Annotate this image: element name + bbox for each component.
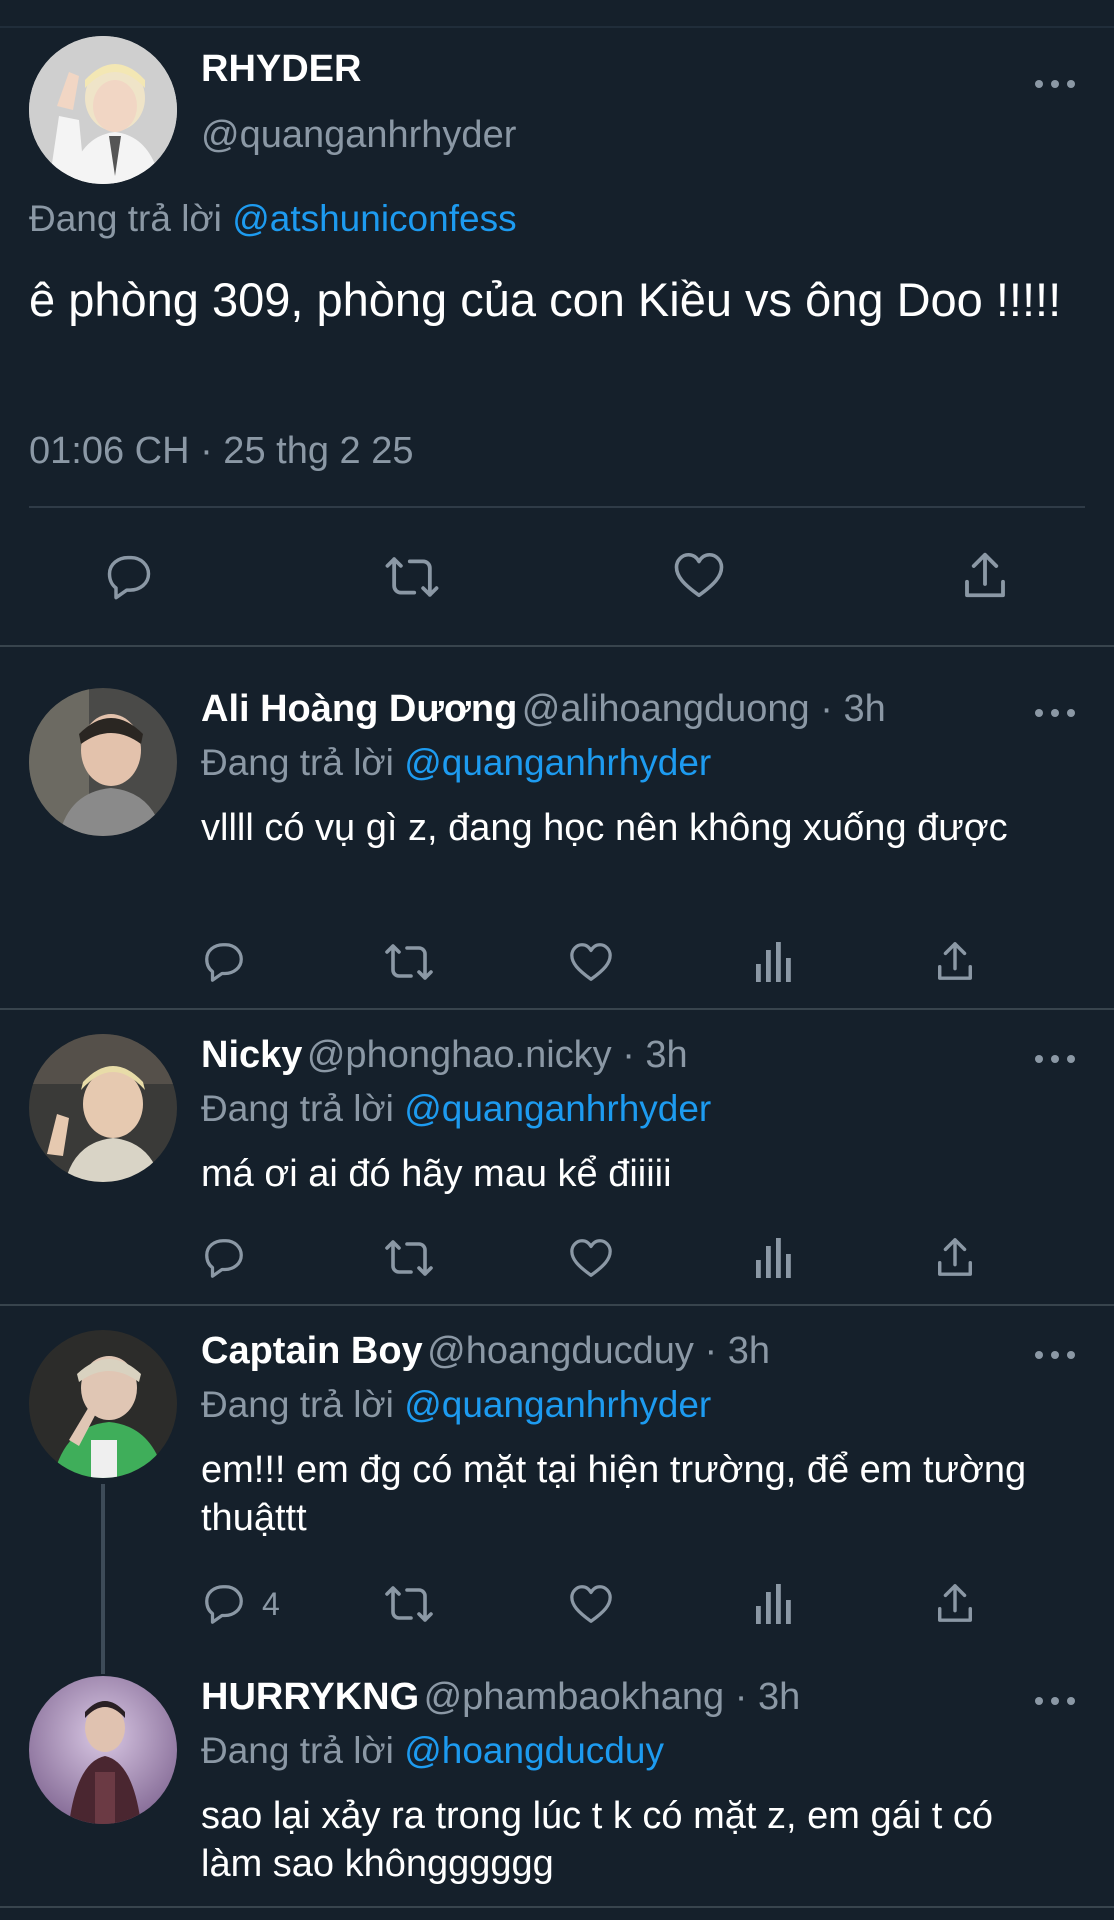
reply-text: má ơi ai đó hãy mau kể điiiii bbox=[201, 1153, 672, 1195]
retweet-icon[interactable] bbox=[383, 1582, 435, 1626]
more-options-icon[interactable] bbox=[1035, 74, 1075, 94]
reply-icon[interactable] bbox=[103, 550, 155, 602]
share-icon[interactable] bbox=[934, 1580, 976, 1626]
reply-author-name[interactable]: Captain Boy bbox=[201, 1330, 423, 1372]
like-icon[interactable] bbox=[568, 1236, 614, 1280]
replying-to-line: Đang trả lời @hoangducduy bbox=[201, 1730, 664, 1772]
thread-connector-line bbox=[101, 1484, 105, 1674]
analytics-icon[interactable] bbox=[754, 1236, 794, 1280]
divider bbox=[29, 506, 1085, 508]
tweet-text: ê phòng 309, phòng của con Kiều vs ông D… bbox=[29, 273, 1062, 326]
more-options-icon[interactable] bbox=[1035, 703, 1075, 723]
replying-prefix: Đang trả lời bbox=[29, 198, 222, 239]
avatar[interactable] bbox=[29, 36, 177, 184]
share-icon[interactable] bbox=[934, 938, 976, 984]
replying-prefix: Đang trả lời bbox=[201, 1088, 394, 1129]
replying-to-link[interactable]: @hoangducduy bbox=[404, 1730, 664, 1771]
divider bbox=[0, 645, 1114, 647]
more-options-icon[interactable] bbox=[1035, 1049, 1075, 1069]
like-icon[interactable] bbox=[672, 550, 726, 600]
replying-prefix: Đang trả lời bbox=[201, 742, 394, 783]
avatar[interactable] bbox=[29, 1034, 177, 1182]
replying-prefix: Đang trả lời bbox=[201, 1384, 394, 1425]
reply-text: em!!! em đg có mặt tại hiện trường, để e… bbox=[201, 1449, 1027, 1539]
top-divider bbox=[0, 26, 1114, 28]
reply-count: 4 bbox=[262, 1586, 280, 1622]
more-options-icon[interactable] bbox=[1035, 1691, 1075, 1711]
avatar[interactable] bbox=[29, 1676, 177, 1824]
tweet-author-handle[interactable]: @quanganhrhyder bbox=[201, 114, 516, 157]
replying-to-line: Đang trả lời @quanganhrhyder bbox=[201, 742, 711, 784]
reply-icon[interactable] bbox=[201, 1234, 247, 1280]
analytics-icon[interactable] bbox=[754, 940, 794, 984]
replying-prefix: Đang trả lời bbox=[201, 1730, 394, 1771]
reply-header: Captain Boy @hoangducduy · 3h bbox=[201, 1330, 770, 1373]
analytics-icon[interactable] bbox=[754, 1582, 794, 1626]
reply-author-handle[interactable]: @alihoangduong · 3h bbox=[522, 688, 886, 730]
tweet-author-name[interactable]: RHYDER bbox=[201, 48, 361, 91]
replying-to-line: Đang trả lời @quanganhrhyder bbox=[201, 1088, 711, 1130]
reply-header: Ali Hoàng Dương @alihoangduong · 3h bbox=[201, 688, 886, 731]
avatar[interactable] bbox=[29, 688, 177, 836]
reply-author-handle[interactable]: @phambaokhang · 3h bbox=[424, 1676, 801, 1718]
like-icon[interactable] bbox=[568, 940, 614, 984]
reply-author-handle[interactable]: @phonghao.nicky · 3h bbox=[307, 1034, 688, 1076]
share-icon[interactable] bbox=[934, 1234, 976, 1280]
divider bbox=[0, 1906, 1114, 1908]
more-options-icon[interactable] bbox=[1035, 1345, 1075, 1365]
reply-author-name[interactable]: Nicky bbox=[201, 1034, 302, 1076]
reply-icon[interactable] bbox=[201, 1580, 247, 1626]
tweet-thread-screen: RHYDER @quanganhrhyder Đang trả lời @ats… bbox=[0, 0, 1114, 1920]
share-icon[interactable] bbox=[960, 548, 1010, 602]
replying-to-link[interactable]: @atshuniconfess bbox=[232, 198, 516, 239]
retweet-icon[interactable] bbox=[383, 940, 435, 984]
like-icon[interactable] bbox=[568, 1582, 614, 1626]
divider bbox=[0, 1008, 1114, 1010]
reply-text: vllll có vụ gì z, đang học nên không xuố… bbox=[201, 807, 1008, 849]
reply-text: sao lại xảy ra trong lúc t k có mặt z, e… bbox=[201, 1795, 993, 1885]
avatar[interactable] bbox=[29, 1330, 177, 1478]
replying-to-line: Đang trả lời @quanganhrhyder bbox=[201, 1384, 711, 1426]
retweet-icon[interactable] bbox=[383, 552, 441, 602]
reply-header: HURRYKNG @phambaokhang · 3h bbox=[201, 1676, 800, 1719]
divider bbox=[0, 1304, 1114, 1306]
retweet-icon[interactable] bbox=[383, 1236, 435, 1280]
replying-to-link[interactable]: @quanganhrhyder bbox=[404, 742, 711, 783]
replying-to-link[interactable]: @quanganhrhyder bbox=[404, 1088, 711, 1129]
reply-icon[interactable] bbox=[201, 938, 247, 984]
replying-to-line: Đang trả lời @atshuniconfess bbox=[29, 198, 517, 240]
reply-header: Nicky @phonghao.nicky · 3h bbox=[201, 1034, 688, 1077]
reply-author-handle[interactable]: @hoangducduy · 3h bbox=[427, 1330, 770, 1372]
tweet-timestamp[interactable]: 01:06 CH · 25 thg 2 25 bbox=[29, 430, 413, 473]
reply-author-name[interactable]: Ali Hoàng Dương bbox=[201, 688, 517, 730]
replying-to-link[interactable]: @quanganhrhyder bbox=[404, 1384, 711, 1425]
reply-author-name[interactable]: HURRYKNG bbox=[201, 1676, 419, 1718]
